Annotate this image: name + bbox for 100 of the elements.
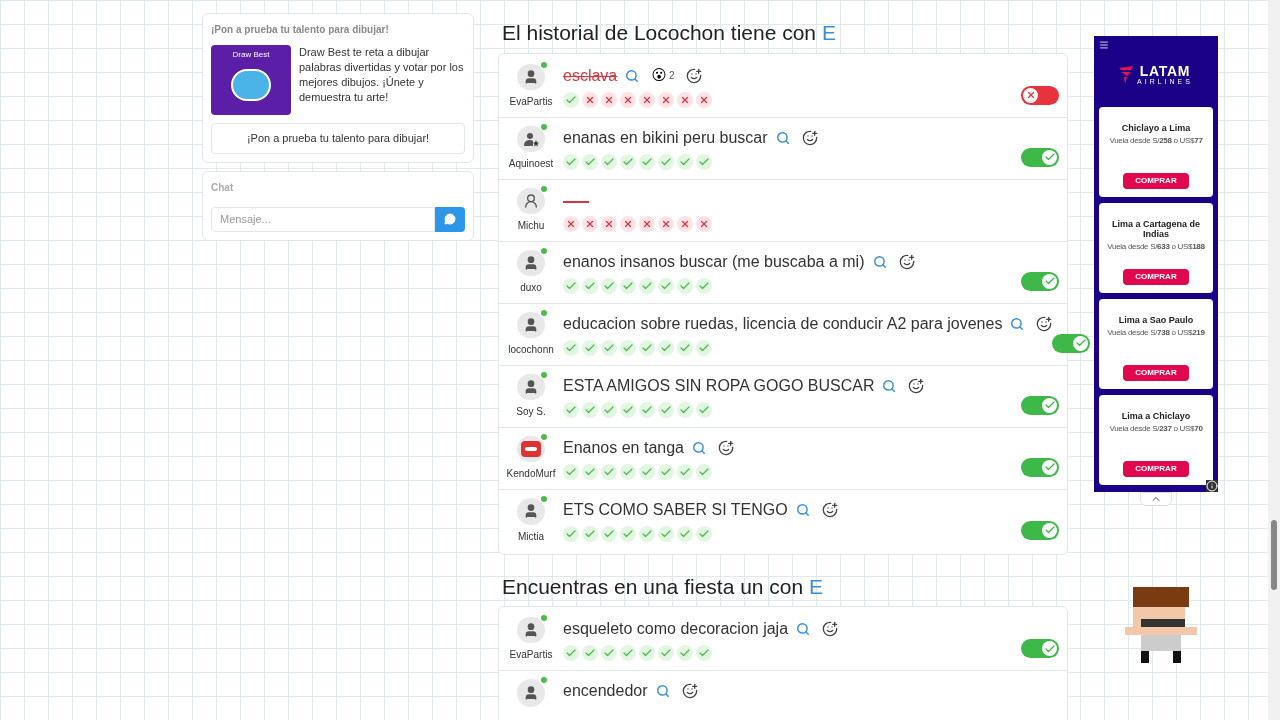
guess-word: enanos insanos buscar (me buscaba a mi): [563, 251, 865, 272]
avatar[interactable]: [517, 435, 545, 462]
check-icon: [1074, 337, 1087, 349]
add-reaction-icon[interactable]: [801, 129, 818, 146]
promo-description: Draw Best te reta a dibujar palabras divertidas y votar por los mejores dibujos. ¡Únete y demuestra tu arte!: [299, 45, 465, 105]
avatar[interactable]: [517, 187, 545, 214]
section-title: Encuentras en una fiesta un con E: [501, 573, 825, 600]
buy-button[interactable]: COMPRAR: [1123, 365, 1189, 381]
route-title: Lima a Sao Paulo: [1118, 315, 1194, 325]
add-reaction-icon[interactable]: [908, 377, 925, 394]
approval-toggle[interactable]: [1021, 639, 1059, 658]
message-input[interactable]: Mensaje...: [211, 206, 435, 232]
search-icon[interactable]: [655, 684, 670, 698]
route-title: Lima a Chiclayo: [1121, 411, 1191, 421]
send-button[interactable]: [435, 206, 465, 232]
guess-word: esclava: [563, 65, 618, 86]
approval-toggle[interactable]: [1052, 333, 1091, 353]
search-icon[interactable]: [795, 502, 810, 517]
price-text: Vuela desde S/258 o US$77: [1109, 135, 1203, 147]
user-icon: [523, 378, 539, 395]
chat-heading: Chat: [211, 180, 235, 195]
approval-toggle[interactable]: [1021, 85, 1059, 105]
price-text: Vuela desde S/237 o US$70: [1109, 423, 1203, 435]
guess-word: educacion sobre ruedas, licencia de conducir A2 para jovenes: [563, 313, 1003, 334]
username[interactable]: Aquinoest: [508, 155, 554, 171]
check-icon: [1043, 399, 1056, 411]
approval-toggle[interactable]: [1021, 395, 1059, 415]
search-icon[interactable]: [796, 622, 811, 636]
user-outline-icon: [523, 192, 539, 209]
avatar[interactable]: [517, 63, 545, 90]
user-star-icon: [523, 130, 539, 147]
buy-button[interactable]: COMPRAR: [1123, 173, 1189, 189]
username[interactable]: Soy S.: [516, 403, 546, 419]
avatar[interactable]: [517, 373, 545, 400]
price-text: Vuela desde S/738 o US$219: [1107, 327, 1205, 339]
add-reaction-icon[interactable]: [821, 501, 838, 518]
search-icon[interactable]: [872, 254, 887, 269]
username[interactable]: EvaPartis: [509, 93, 553, 109]
info-icon[interactable]: [1206, 480, 1218, 492]
check-icon: [1043, 151, 1056, 163]
airline-logo-icon: [1119, 65, 1134, 84]
user-icon: [523, 503, 539, 519]
check-icon: [1043, 275, 1056, 287]
airline-ad[interactable]: [1094, 36, 1218, 492]
promo-heading: ¡Pon a prueba tu talento para dibujar!: [211, 23, 390, 37]
search-icon[interactable]: [882, 378, 897, 393]
add-reaction-icon[interactable]: [681, 683, 698, 699]
guess-word: ETS COMO SABER SI TENGO: [563, 499, 788, 520]
promo-image[interactable]: Draw Best: [211, 45, 291, 115]
buy-button[interactable]: COMPRAR: [1123, 461, 1189, 477]
search-icon[interactable]: [692, 440, 706, 455]
menu-icon[interactable]: [1099, 40, 1109, 50]
search-icon[interactable]: [775, 130, 790, 145]
user-icon: [523, 254, 539, 271]
add-reaction-icon[interactable]: [898, 253, 915, 270]
check-icon: [1043, 524, 1056, 536]
price-text: Vuela desde S/633 o US$188: [1107, 241, 1205, 253]
username[interactable]: KendoMurf: [506, 465, 556, 481]
avatar[interactable]: [517, 311, 545, 338]
username[interactable]: EvaPartis: [509, 647, 553, 662]
search-icon[interactable]: [625, 68, 640, 83]
scrollbar[interactable]: [1268, 0, 1280, 720]
user-icon: [523, 316, 539, 333]
chat-bubble-icon: [444, 213, 456, 225]
username[interactable]: Michu: [517, 217, 545, 233]
avatar[interactable]: [517, 679, 545, 707]
add-reaction-icon[interactable]: [718, 439, 734, 456]
avatar[interactable]: [517, 497, 545, 525]
add-reaction-icon[interactable]: [822, 621, 839, 637]
add-reaction-icon[interactable]: [686, 67, 703, 84]
avatar[interactable]: [517, 125, 545, 152]
approval-toggle[interactable]: [1021, 457, 1059, 477]
add-reaction-icon[interactable]: [1036, 315, 1053, 332]
guess-word: Enanos en tanga: [563, 437, 684, 458]
approval-toggle[interactable]: [1021, 147, 1059, 167]
avatar[interactable]: [517, 249, 545, 276]
approval-toggle[interactable]: [1021, 271, 1059, 291]
section-title: El historial de Locochon tiene con E: [501, 20, 837, 46]
guess-word: ESTA AMIGOS SIN ROPA GOGO BUSCAR: [563, 375, 875, 396]
check-icon: [1043, 461, 1056, 473]
user-icon: [523, 68, 539, 85]
reaction[interactable]: 😮2: [651, 64, 675, 87]
promo-image-title: Draw Best: [232, 49, 270, 61]
search-icon[interactable]: [1010, 316, 1025, 331]
username[interactable]: duxo: [520, 279, 542, 295]
guess-word: encendedor: [563, 681, 648, 701]
username[interactable]: locochonn: [508, 341, 554, 357]
brand-name: LATAM: [1139, 64, 1191, 78]
avatar[interactable]: [517, 617, 545, 643]
user-icon: [523, 622, 539, 638]
guess-word: esqueleto como decoracion jaja: [563, 619, 789, 639]
approval-toggle[interactable]: [1021, 520, 1059, 540]
guess-word: enanas en bikini peru buscar: [563, 127, 768, 148]
buy-button[interactable]: COMPRAR: [1123, 269, 1189, 285]
route-title: Chiclayo a Lima: [1121, 123, 1191, 133]
route-title: Lima a Cartagena de Indias: [1111, 219, 1201, 239]
promo-button[interactable]: ¡Pon a prueba tu talento para dibujar!: [211, 123, 465, 154]
user-icon: [523, 685, 539, 701]
cross-icon: [1025, 90, 1036, 100]
username[interactable]: Mictia: [517, 528, 545, 544]
